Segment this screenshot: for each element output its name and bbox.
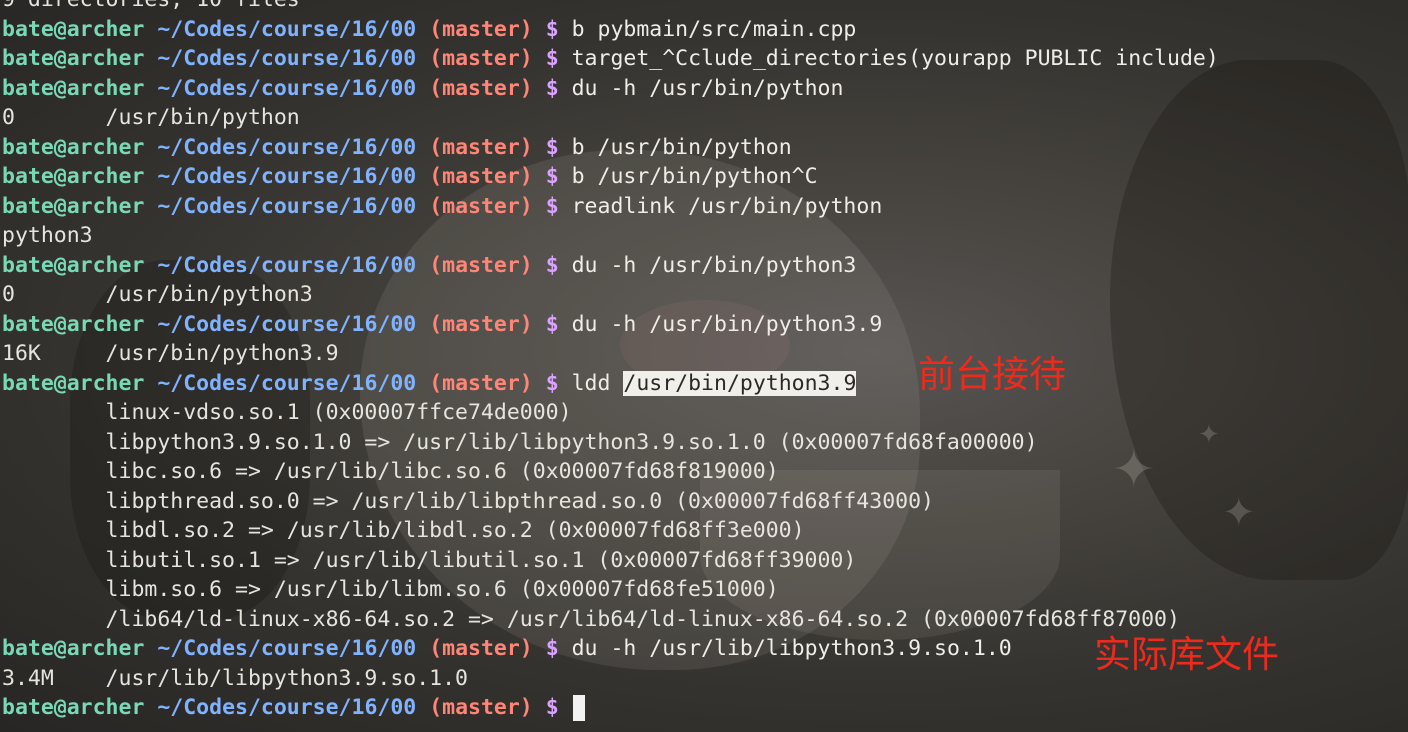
output-line: 3.4M /usr/lib/libpython3.9.so.1.0: [2, 665, 468, 691]
output-line: linux-vdso.so.1 (0x00007ffce74de000): [2, 400, 572, 425]
prompt-branch: (master): [429, 695, 533, 720]
prompt-user: bate@archer: [2, 164, 145, 189]
command-text: b /usr/bin/python^C: [571, 164, 818, 189]
terminal-window[interactable]: ✦ ✦ ✦ 9 directories, 10 files bate@arche…: [0, 0, 1408, 732]
command-text: du -h /usr/bin/python3: [571, 252, 857, 278]
prompt-symbol: $: [545, 16, 559, 42]
output-line: 0 /usr/bin/python3: [2, 282, 313, 307]
prompt-line: bate@archer ~/Codes/course/16/00 (master…: [2, 634, 1219, 664]
prompt-user: bate@archer: [2, 193, 145, 219]
prompt-user: bate@archer: [2, 311, 145, 337]
prompt-path: ~/Codes/course/16/00: [157, 164, 417, 189]
prompt-user: bate@archer: [2, 695, 145, 720]
prompt-branch: (master): [429, 370, 533, 396]
command-text: readlink /usr/bin/python: [571, 193, 883, 219]
prompt-user: bate@archer: [2, 16, 145, 42]
output-line: libc.so.6 => /usr/lib/libc.so.6 (0x00007…: [2, 459, 779, 484]
output-line: python3: [2, 223, 93, 248]
prompt-line: bate@archer ~/Codes/course/16/00 (master…: [2, 251, 1219, 281]
prompt-branch: (master): [429, 193, 533, 219]
prompt-symbol: $: [545, 370, 559, 396]
prompt-line: bate@archer ~/Codes/course/16/00 (master…: [2, 693, 1219, 723]
prompt-path: ~/Codes/course/16/00: [157, 252, 417, 278]
prompt-path: ~/Codes/course/16/00: [157, 75, 417, 101]
prompt-user: bate@archer: [2, 46, 145, 71]
prompt-path: ~/Codes/course/16/00: [157, 16, 417, 42]
prompt-path: ~/Codes/course/16/00: [157, 46, 417, 71]
command-text: target_^Cclude_directories(yourapp PUBLI…: [571, 46, 1219, 71]
prompt-symbol: $: [545, 252, 559, 278]
prompt-branch: (master): [429, 164, 533, 189]
prompt-path: ~/Codes/course/16/00: [157, 134, 417, 160]
text-cursor[interactable]: [572, 695, 585, 721]
command-text: du -h /usr/bin/python: [571, 75, 844, 101]
partial-output-line: 9 directories, 10 files: [2, 0, 1219, 15]
prompt-symbol: $: [545, 695, 559, 720]
prompt-symbol: $: [545, 46, 559, 71]
command-text: du -h /usr/bin/python3.9: [571, 311, 883, 337]
command-text: b /usr/bin/python: [571, 134, 792, 160]
prompt-path: ~/Codes/course/16/00: [157, 193, 417, 219]
prompt-symbol: $: [545, 311, 559, 337]
prompt-user: bate@archer: [2, 134, 145, 160]
command-text: ldd: [571, 370, 624, 396]
prompt-line: bate@archer ~/Codes/course/16/00 (master…: [2, 44, 1219, 74]
prompt-path: ~/Codes/course/16/00: [157, 370, 417, 396]
prompt-symbol: $: [545, 193, 559, 219]
prompt-line: bate@archer ~/Codes/course/16/00 (master…: [2, 162, 1219, 192]
prompt-branch: (master): [429, 252, 533, 278]
prompt-branch: (master): [429, 46, 533, 71]
prompt-branch: (master): [429, 16, 533, 42]
output-line: libm.so.6 => /usr/lib/libm.so.6 (0x00007…: [2, 577, 779, 602]
prompt-symbol: $: [545, 134, 559, 160]
prompt-branch: (master): [429, 636, 533, 661]
command-text: b pybmain/src/main.cpp: [571, 16, 857, 42]
prompt-branch: (master): [429, 134, 533, 160]
prompt-symbol: $: [545, 164, 559, 189]
annotation-real-library: 实际库文件: [1094, 633, 1279, 676]
output-line: libpython3.9.so.1.0 => /usr/lib/libpytho…: [2, 429, 1038, 455]
prompt-symbol: $: [545, 75, 559, 101]
sparkle-icon: ✦: [1222, 490, 1256, 536]
prompt-line: bate@archer ~/Codes/course/16/00 (master…: [2, 133, 1219, 163]
prompt-line: bate@archer ~/Codes/course/16/00 (master…: [2, 15, 1219, 45]
prompt-symbol: $: [545, 636, 559, 661]
prompt-line: bate@archer ~/Codes/course/16/00 (master…: [2, 192, 1219, 222]
annotation-frontdesk: 前台接待: [918, 353, 1066, 396]
selected-text[interactable]: /usr/bin/python3.9: [623, 370, 857, 396]
prompt-user: bate@archer: [2, 75, 145, 101]
prompt-user: bate@archer: [2, 252, 145, 278]
output-line: /lib64/ld-linux-x86-64.so.2 => /usr/lib6…: [2, 606, 1180, 632]
prompt-path: ~/Codes/course/16/00: [157, 695, 417, 720]
prompt-line: bate@archer ~/Codes/course/16/00 (master…: [2, 74, 1219, 104]
prompt-path: ~/Codes/course/16/00: [157, 636, 417, 661]
prompt-branch: (master): [429, 311, 533, 337]
output-line: libpthread.so.0 => /usr/lib/libpthread.s…: [2, 488, 934, 514]
command-text: du -h /usr/lib/libpython3.9.so.1.0: [571, 636, 1012, 661]
prompt-user: bate@archer: [2, 636, 145, 661]
prompt-line: bate@archer ~/Codes/course/16/00 (master…: [2, 310, 1219, 340]
output-line: 0 /usr/bin/python: [2, 105, 300, 130]
output-line: libdl.so.2 => /usr/lib/libdl.so.2 (0x000…: [2, 518, 805, 543]
output-line: libutil.so.1 => /usr/lib/libutil.so.1 (0…: [2, 547, 857, 573]
prompt-branch: (master): [429, 75, 533, 101]
prompt-user: bate@archer: [2, 370, 145, 396]
prompt-path: ~/Codes/course/16/00: [157, 311, 417, 337]
